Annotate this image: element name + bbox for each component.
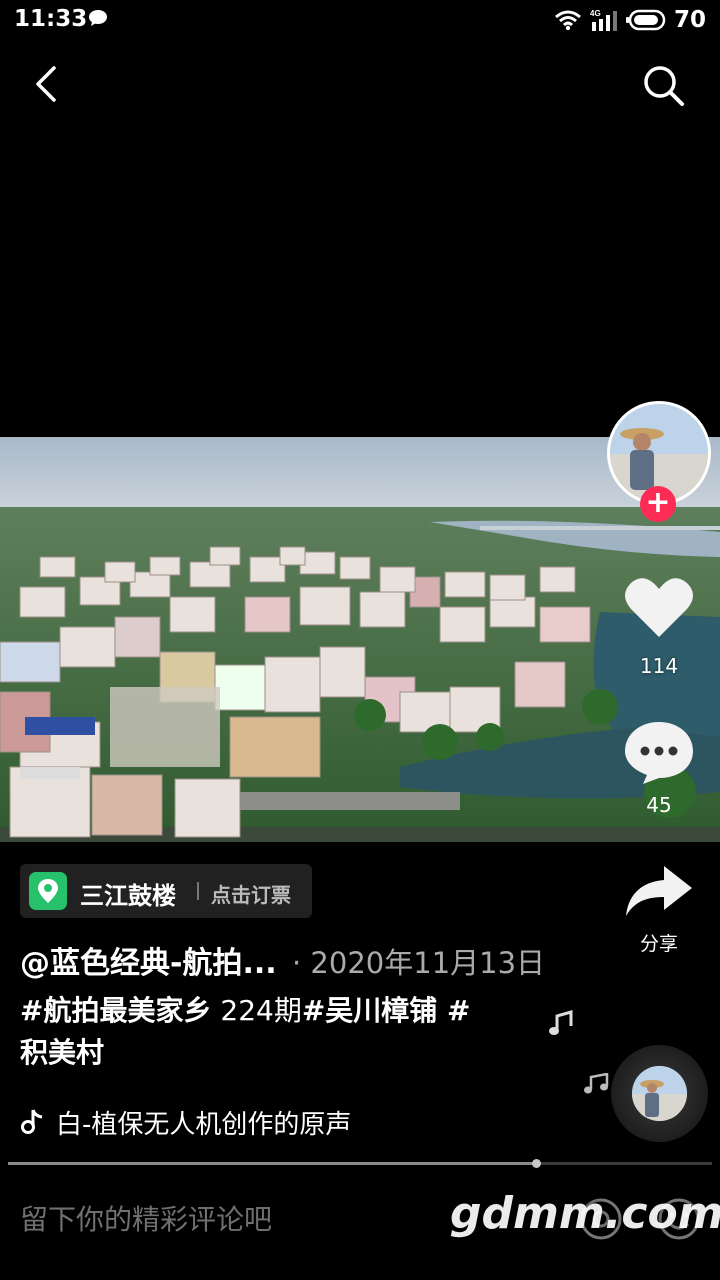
chevron-left-icon[interactable] <box>24 62 68 106</box>
network-type: 4G <box>590 9 601 18</box>
disc-cover <box>632 1066 687 1121</box>
post-caption: #航拍最美家乡 224期#吴川樟铺 # 积美村 <box>20 990 530 1074</box>
tiktok-note-icon <box>21 1109 43 1134</box>
comment-icon[interactable] <box>623 718 695 786</box>
like-count: 114 <box>639 654 679 678</box>
search-icon[interactable] <box>640 62 688 110</box>
follow-button[interactable]: + <box>640 486 676 522</box>
status-bar: 11:33 4G 70 <box>0 0 720 40</box>
location-action[interactable]: 点击订票 <box>211 879 291 908</box>
hashtag[interactable]: 积美村 <box>20 1036 104 1069</box>
music-note-icon <box>584 1073 609 1094</box>
hashtag[interactable]: #航拍最美家乡 <box>20 994 211 1027</box>
share-label[interactable]: 分享 <box>620 929 698 956</box>
location-divider <box>197 882 199 900</box>
status-time: 11:33 <box>14 6 88 32</box>
comment-input[interactable]: 留下你的精彩评论吧 <box>20 1198 272 1238</box>
progress-fill <box>8 1162 536 1165</box>
music-disc[interactable] <box>611 1045 708 1142</box>
heart-icon[interactable] <box>623 575 695 641</box>
music-title[interactable]: 白-植保无人机创作的原声 <box>56 1104 351 1141</box>
location-chip[interactable]: 三江鼓楼 点击订票 <box>20 864 312 918</box>
caption-text: 224期 <box>220 994 302 1027</box>
location-name: 三江鼓楼 <box>80 882 176 910</box>
music-note-icon <box>549 1010 573 1035</box>
status-right: 4G 70 <box>554 6 706 34</box>
wifi-icon <box>555 10 581 31</box>
battery-icon <box>625 9 666 31</box>
share-icon[interactable] <box>622 862 696 922</box>
location-pin-icon <box>29 872 67 910</box>
chat-bubble-icon <box>89 10 107 26</box>
video-player[interactable] <box>0 437 720 842</box>
video-frame <box>0 437 720 842</box>
battery-level: 70 <box>673 7 706 33</box>
hashtag[interactable]: #吴川樟铺 # <box>302 994 471 1027</box>
author-name[interactable]: @蓝色经典-航拍... <box>20 938 277 982</box>
progress-handle[interactable] <box>532 1159 541 1168</box>
watermark: gdmm.com <box>450 1188 720 1239</box>
signal-icon: 4G <box>590 9 617 31</box>
comment-count: 45 <box>646 793 672 817</box>
post-date: · 2020年11月13日 <box>292 946 546 980</box>
